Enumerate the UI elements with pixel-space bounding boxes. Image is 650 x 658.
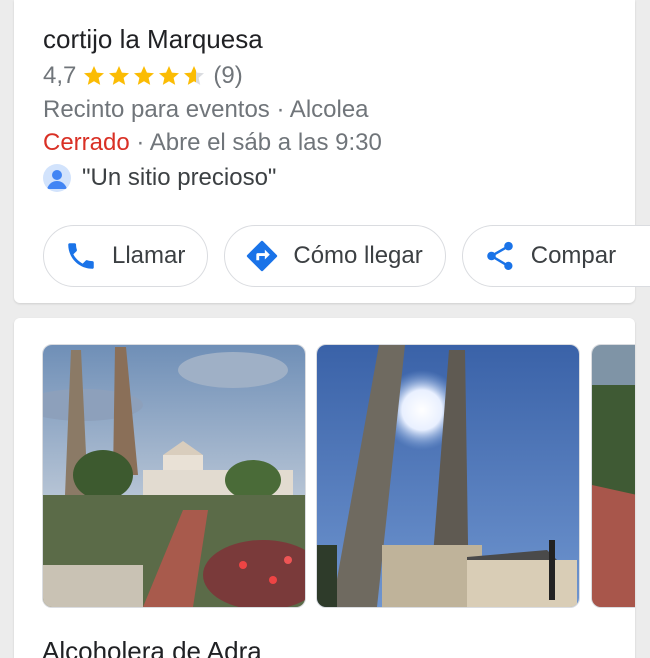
star-icon — [109, 66, 130, 85]
opening-status[interactable]: Cerrado · Abre el sáb a las 9:30 — [43, 129, 382, 157]
category-location: Recinto para eventos · Alcolea — [43, 96, 369, 123]
section-title[interactable]: Alcoholera de Adra — [42, 636, 262, 658]
review-snippet[interactable]: "Un sitio precioso" — [43, 164, 276, 192]
review-count: (9) — [213, 62, 243, 89]
closed-label: Cerrado — [43, 129, 130, 156]
call-button[interactable]: Llamar — [43, 225, 209, 287]
star-icon — [84, 66, 105, 85]
share-icon — [487, 241, 513, 271]
directions-button[interactable]: Cómo llegar — [224, 225, 446, 287]
place-card: cortijo la Marquesa 4,7 (9) Recinto para… — [14, 0, 650, 303]
star-icon — [134, 66, 155, 85]
star-icon — [159, 66, 180, 85]
opens-at-label: · Abre el sáb a las 9:30 — [129, 129, 382, 156]
call-label: Llamar — [112, 242, 186, 269]
star-half-icon — [184, 66, 205, 85]
photo-chimneys-sun[interactable] — [316, 344, 580, 608]
share-label: Compar — [530, 242, 617, 269]
directions-icon — [247, 240, 278, 272]
photo-chimneys-garden[interactable] — [42, 344, 306, 608]
share-button[interactable]: Compar — [461, 225, 650, 287]
directions-label: Cómo llegar — [293, 242, 423, 269]
place-title[interactable]: cortijo la Marquesa — [43, 24, 263, 55]
action-buttons: Llamar Cómo llegar Compar — [43, 225, 650, 287]
review-text: "Un sitio precioso" — [82, 164, 277, 191]
photos-card: Alcoholera de Adra — [14, 318, 635, 658]
rating-row[interactable]: 4,7 (9) — [43, 62, 243, 90]
star-rating — [82, 64, 207, 88]
phone-icon — [68, 243, 94, 269]
photo-garden-path[interactable] — [591, 344, 635, 608]
rating-value: 4,7 — [43, 62, 77, 89]
user-avatar-icon — [43, 164, 71, 192]
